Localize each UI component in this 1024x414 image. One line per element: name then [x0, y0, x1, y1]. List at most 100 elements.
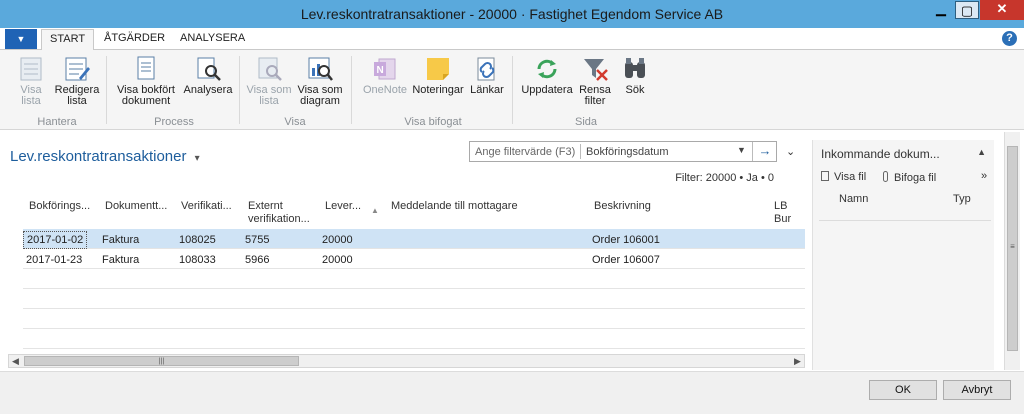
onenote-button[interactable]: N OneNote [360, 56, 410, 96]
filter-divider [580, 144, 581, 159]
analysera-label: Analysera [183, 84, 233, 96]
column-header-leverantor[interactable]: Lever... [325, 200, 361, 213]
footer: OK Avbryt [0, 371, 1024, 414]
tab-analysera[interactable]: ANALYSERA [180, 32, 245, 44]
avbryt-button[interactable]: Avbryt [943, 380, 1011, 400]
expand-filter-chevron-icon[interactable]: ⌄ [786, 145, 795, 158]
ribbon-separator [351, 56, 352, 124]
horizontal-scroll-thumb[interactable]: ||| [24, 356, 299, 366]
factbox-title: Inkommande dokum... [821, 147, 940, 161]
analyze-magnifier-icon [197, 57, 221, 81]
onenote-icon: N [374, 58, 396, 80]
title-bar: Lev.reskontratransaktioner - 20000 · Fas… [0, 0, 1024, 28]
table-row-empty [23, 329, 805, 349]
column-header-lb-bur[interactable]: LB Bur [774, 200, 805, 226]
scroll-right-icon[interactable]: ▶ [791, 355, 804, 367]
paperclip-icon [883, 171, 888, 182]
edit-list-icon [65, 57, 90, 81]
table-row[interactable]: 2017-01-23 Faktura 108033 5966 20000 Ord… [23, 249, 805, 269]
group-visa-bifogat: Visa bifogat [404, 116, 462, 128]
filter-box: Ange filtervärde (F3) Bokföringsdatum ▼ … [469, 141, 777, 162]
column-header-bokforingsdatum[interactable]: Bokförings... [29, 200, 90, 213]
cell-leverantor: 20000 [322, 234, 353, 246]
cell-externt-verifikationsnr: 5966 [245, 254, 270, 266]
redigera-lista-button[interactable]: Redigera lista [54, 56, 100, 107]
visa-bokfort-dokument-button[interactable]: Visa bokfört dokument [114, 56, 178, 107]
table-row-empty [23, 309, 805, 329]
horizontal-scrollbar[interactable]: ◀ ||| ▶ [8, 354, 805, 368]
column-header-verifikationsnr[interactable]: Verifikati... [181, 200, 232, 213]
group-hantera: Hantera [37, 116, 77, 128]
group-sida: Sida [574, 116, 598, 128]
factbox-divider [819, 220, 991, 221]
vertical-scrollbar[interactable]: ≡ [1004, 132, 1020, 370]
lankar-button[interactable]: Länkar [469, 56, 505, 96]
minimize-button[interactable]: ▁ [928, 0, 954, 20]
vertical-scroll-thumb[interactable]: ≡ [1007, 146, 1018, 351]
transactions-table: Bokförings... Dokumentt... Verifikati...… [8, 190, 805, 368]
binoculars-icon [625, 58, 645, 78]
sok-button[interactable]: Sök [620, 56, 650, 96]
refresh-icon [537, 59, 557, 79]
help-icon[interactable]: ? [1002, 31, 1017, 46]
group-visa: Visa [284, 116, 306, 128]
filter-go-arrow-icon[interactable]: → [752, 142, 777, 161]
factbox-pane: Inkommande dokum... ▲ Visa fil Bifoga fi… [812, 140, 994, 370]
close-button[interactable]: ✕ [980, 0, 1024, 20]
column-header-typ[interactable]: Typ [953, 193, 971, 205]
cell-dokumenttyp: Faktura [102, 254, 140, 266]
tab-atgarder[interactable]: ÅTGÄRDER [104, 32, 165, 44]
svg-text:N: N [377, 65, 384, 76]
table-row[interactable]: 2017-01-02 Faktura 108025 5755 20000 Ord… [23, 229, 805, 249]
column-header-externt-verifikationsnr[interactable]: Externt verifikation... [248, 200, 310, 226]
visa-som-lista-label: Visa som lista [246, 84, 292, 107]
visa-som-diagram-button[interactable]: Visa som diagram [296, 56, 344, 107]
column-header-dokumenttyp[interactable]: Dokumentt... [105, 200, 167, 213]
filter-field-dropdown-icon[interactable]: ▼ [737, 145, 746, 155]
visa-som-diagram-label: Visa som diagram [297, 84, 343, 107]
visa-fil-label: Visa fil [834, 171, 867, 183]
visa-fil-button[interactable]: Visa fil [821, 171, 866, 183]
cell-externt-verifikationsnr: 5755 [245, 234, 270, 246]
filter-info: Filter: 20000 • Ja • 0 [675, 172, 774, 184]
filter-field-select[interactable]: Bokföringsdatum [586, 146, 669, 158]
column-header-beskrivning[interactable]: Beskrivning [594, 200, 651, 213]
noteringar-button[interactable]: Noteringar [412, 56, 464, 96]
chevron-down-icon[interactable]: ▾ [195, 153, 200, 164]
table-row-empty [23, 289, 805, 309]
lankar-label: Länkar [470, 84, 504, 96]
analysera-button[interactable]: Analysera [183, 56, 233, 96]
rensa-filter-label: Rensa filter [579, 84, 611, 107]
filter-input[interactable]: Ange filtervärde (F3) [475, 146, 575, 158]
window-title: Lev.reskontratransaktioner - 20000 · Fas… [300, 6, 724, 22]
bifoga-fil-button[interactable]: Bifoga fil [883, 171, 936, 184]
more-actions-icon[interactable]: » [981, 170, 987, 182]
maximize-button[interactable]: ▢ [955, 1, 979, 19]
sort-ascending-icon: ▲ [371, 206, 379, 215]
ribbon-separator [106, 56, 107, 124]
noteringar-label: Noteringar [412, 84, 464, 96]
visa-lista-label: Visa lista [20, 84, 42, 107]
column-header-meddelande[interactable]: Meddelande till mottagare [391, 200, 518, 213]
collapse-factbox-icon[interactable]: ▲ [977, 147, 986, 157]
bifoga-fil-label: Bifoga fil [894, 172, 937, 184]
rensa-filter-button[interactable]: Rensa filter [578, 56, 612, 107]
column-header-namn[interactable]: Namn [839, 193, 868, 205]
cell-bokforingsdatum: 2017-01-23 [26, 254, 83, 266]
visa-som-lista-button[interactable]: Visa som lista [246, 56, 292, 107]
view-as-chart-icon [308, 57, 333, 81]
group-process: Process [154, 116, 194, 128]
page-title[interactable]: Lev.reskontratransaktioner ▾ [10, 148, 200, 165]
ok-button[interactable]: OK [869, 380, 937, 400]
cell-beskrivning: Order 106001 [592, 234, 660, 246]
ribbon-separator [512, 56, 513, 124]
scroll-left-icon[interactable]: ◀ [9, 355, 22, 367]
posted-document-icon [137, 56, 155, 80]
tab-start[interactable]: START [41, 29, 95, 51]
page-title-text: Lev.reskontratransaktioner [10, 148, 187, 165]
app-menu-button[interactable]: ▼ [5, 29, 37, 49]
view-as-list-icon [258, 57, 282, 81]
redigera-lista-label: Redigera lista [54, 84, 100, 107]
visa-lista-button[interactable]: Visa lista [14, 56, 48, 107]
uppdatera-button[interactable]: Uppdatera [520, 56, 574, 96]
